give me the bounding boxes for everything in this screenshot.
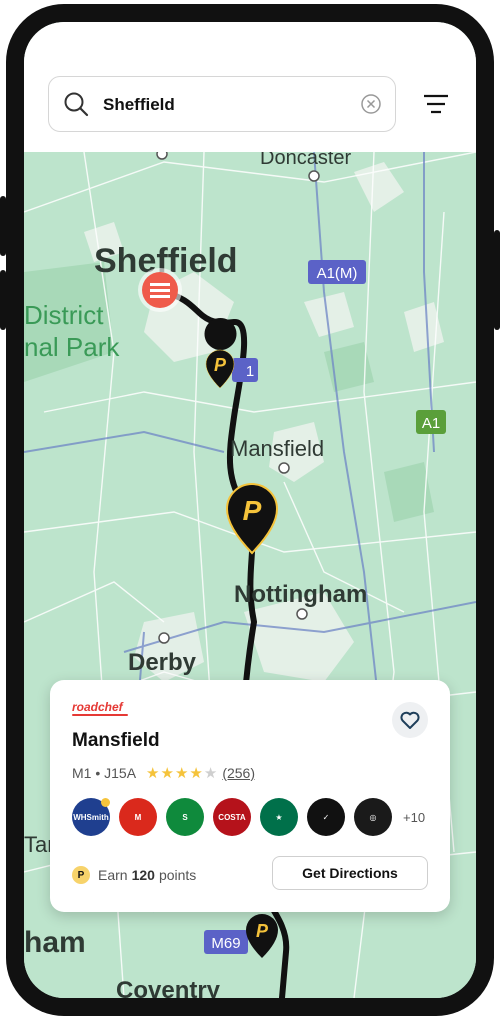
filter-icon[interactable]: [424, 94, 448, 114]
earn-points: 120: [131, 867, 155, 883]
rating-stars: ★ ★ ★ ★ ★: [146, 764, 218, 782]
badge-dot: [101, 798, 110, 807]
header: Sheffield: [24, 22, 476, 152]
star-icon: ★: [160, 765, 174, 782]
earn-prefix: Earn: [98, 867, 128, 883]
star-icon: ★: [146, 765, 160, 782]
map-label-ham: ham: [24, 926, 86, 959]
points-coin-icon: P: [72, 866, 90, 884]
clear-icon[interactable]: [361, 94, 381, 114]
brand-list: WHSmith M S COSTA ★ ✓ ◎ +10: [72, 798, 425, 836]
road-badge-m1: 1: [232, 358, 258, 382]
map-label-district: District: [24, 300, 104, 330]
brand-logo-costa: COSTA: [213, 798, 251, 836]
review-count[interactable]: (256): [222, 765, 255, 781]
favourite-button[interactable]: [392, 702, 428, 738]
brand-logo-subway: S: [166, 798, 204, 836]
svg-text:M69: M69: [211, 935, 240, 952]
points-info: P Earn 120 points: [72, 866, 196, 884]
star-icon: ★: [203, 765, 218, 782]
side-button-left-2: [0, 270, 6, 330]
search-input[interactable]: Sheffield: [103, 95, 175, 115]
origin-marker[interactable]: [138, 268, 182, 312]
svg-text:P: P: [256, 921, 269, 941]
map-label-derby: Derby: [128, 649, 197, 676]
map-label-doncaster: Doncaster: [260, 152, 351, 169]
more-brands-count[interactable]: +10: [403, 810, 425, 825]
star-icon: ★: [174, 765, 189, 782]
search-bar[interactable]: Sheffield: [48, 76, 396, 132]
brand-logo-mcdonald-s: M: [119, 798, 157, 836]
map-label-mansfield: Mansfield: [230, 436, 324, 461]
get-directions-button[interactable]: Get Directions: [272, 856, 428, 890]
svg-text:P: P: [243, 495, 262, 526]
heart-icon: [400, 711, 420, 729]
road-badge-m69: M69: [204, 930, 248, 954]
brand-logo: roadchef: [72, 700, 123, 714]
services-meta: M1 • J15A ★ ★ ★ ★ ★ (256): [72, 764, 255, 782]
svg-text:P: P: [214, 355, 227, 375]
brand-logo-nike: ✓: [307, 798, 345, 836]
svg-text:A1: A1: [422, 415, 440, 432]
services-card[interactable]: roadchef Mansfield M1 • J15A ★ ★ ★ ★ ★ (256)…: [50, 680, 450, 912]
motorway-junction: M1 • J15A: [72, 765, 137, 781]
brand-logo-underline: [72, 714, 128, 716]
map-label-coventry: Coventry: [116, 977, 221, 998]
map-label-national-park: nal Park: [24, 332, 120, 362]
brand-logo-pizza-express: ◎: [354, 798, 392, 836]
brand-logo-whsmith: WHSmith: [72, 798, 110, 836]
earn-suffix: points: [158, 867, 197, 883]
search-icon: [64, 92, 89, 117]
svg-text:A1(M): A1(M): [317, 265, 358, 282]
road-badge-a1: A1: [416, 410, 446, 434]
side-button-right: [494, 230, 500, 330]
map-label-nottingham: Nottingham: [234, 581, 367, 608]
brand-logo-starbucks: ★: [260, 798, 298, 836]
services-title: Mansfield: [72, 730, 160, 751]
star-icon: ★: [189, 765, 203, 782]
road-badge-a1m: A1(M): [308, 260, 366, 284]
side-button-left: [0, 196, 6, 256]
svg-text:1: 1: [246, 363, 254, 380]
screen: Doncaster Sheffield District nal Park Ma…: [24, 22, 476, 998]
